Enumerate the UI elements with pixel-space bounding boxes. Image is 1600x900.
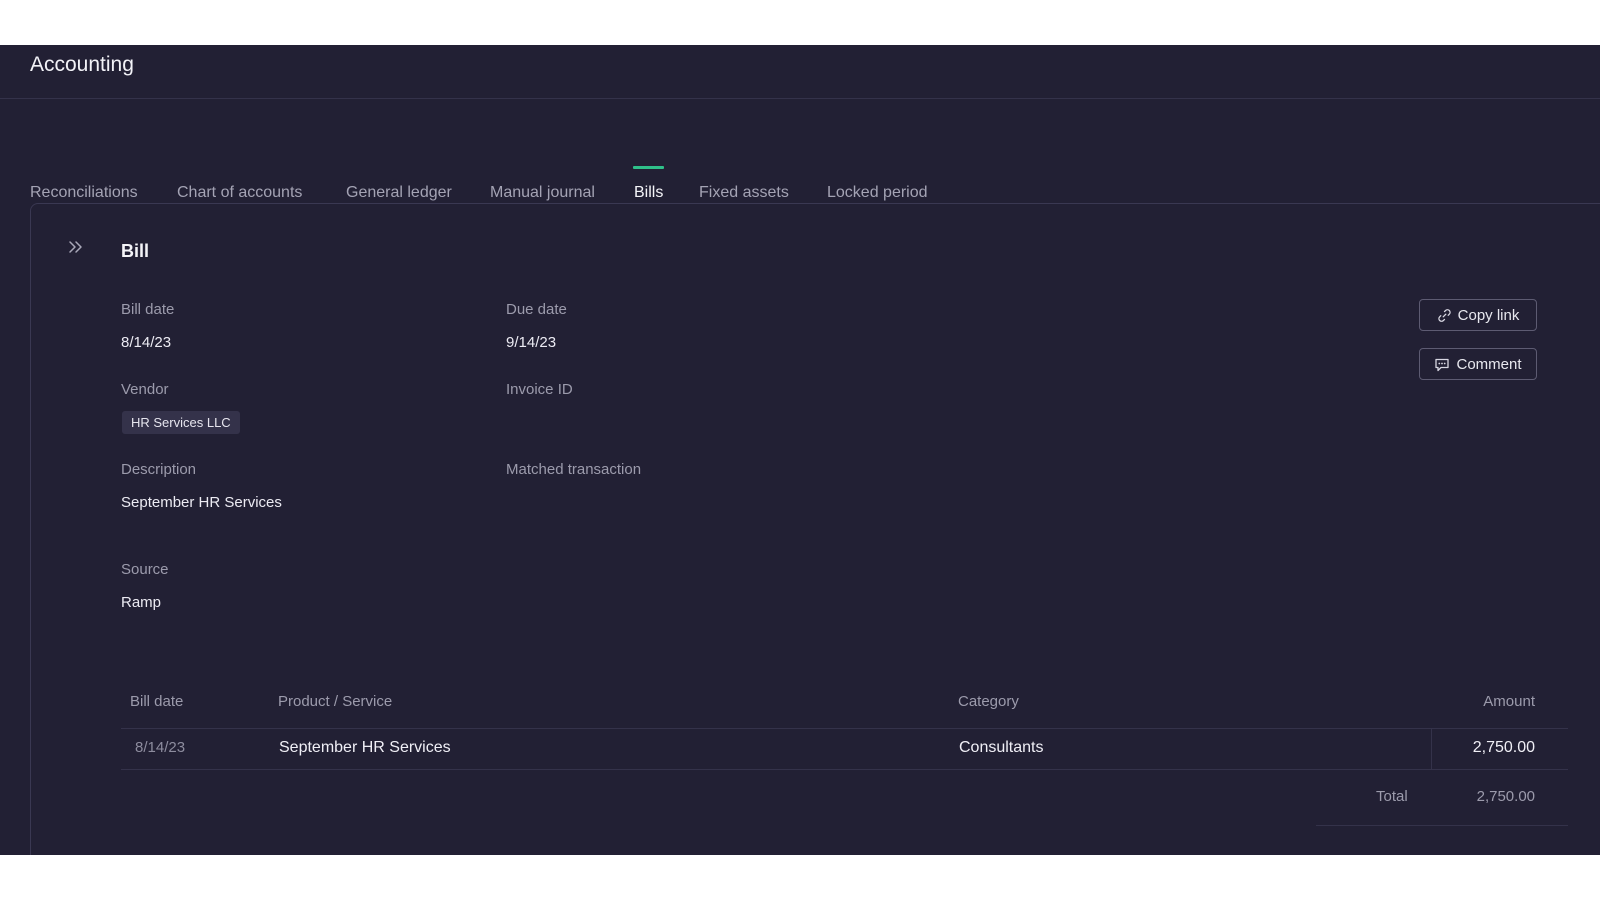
column-header-amount[interactable]: Amount <box>1483 693 1535 710</box>
comment-button[interactable]: Comment <box>1419 348 1537 380</box>
amount-cell-divider <box>1431 729 1432 769</box>
bill-detail-panel: Bill Bill date 8/14/23 Due date 9/14/23 … <box>30 203 1600 855</box>
tab-fixed-assets[interactable]: Fixed assets <box>699 184 789 204</box>
due-date-label: Due date <box>506 301 567 318</box>
row-divider <box>121 769 1568 770</box>
source-label: Source <box>121 561 169 578</box>
total-label: Total <box>1376 788 1408 805</box>
vendor-tag[interactable]: HR Services LLC <box>122 411 240 434</box>
tab-manual-journal[interactable]: Manual journal <box>490 184 595 204</box>
tab-locked-period[interactable]: Locked period <box>827 184 928 204</box>
vendor-label: Vendor <box>121 381 169 398</box>
comment-label: Comment <box>1456 355 1522 373</box>
link-icon <box>1437 308 1452 323</box>
double-chevron-right-icon <box>68 240 84 259</box>
invoice-id-label: Invoice ID <box>506 381 573 398</box>
source-value: Ramp <box>121 594 162 611</box>
tab-chart-of-accounts[interactable]: Chart of accounts <box>177 184 302 204</box>
row-amount[interactable]: 2,750.00 <box>1473 739 1535 757</box>
total-divider <box>1316 825 1568 826</box>
column-header-bill-date[interactable]: Bill date <box>130 693 183 710</box>
row-category[interactable]: Consultants <box>959 739 1044 757</box>
page-title: Accounting <box>30 53 134 76</box>
column-header-category[interactable]: Category <box>958 693 1019 710</box>
total-value: 2,750.00 <box>1476 788 1535 805</box>
tab-reconciliations[interactable]: Reconciliations <box>30 184 138 204</box>
row-product[interactable]: September HR Services <box>279 739 451 757</box>
accounting-app: Accounting Reconciliations Chart of acco… <box>0 45 1600 855</box>
column-header-product[interactable]: Product / Service <box>278 693 392 710</box>
comment-icon <box>1434 357 1450 372</box>
row-bill-date: 8/14/23 <box>135 739 186 756</box>
description-value: September HR Services <box>121 494 282 511</box>
active-tab-indicator <box>633 166 664 169</box>
bill-title: Bill <box>121 241 150 261</box>
bill-date-value: 8/14/23 <box>121 334 172 351</box>
description-label: Description <box>121 461 197 478</box>
tab-bills[interactable]: Bills <box>634 184 663 204</box>
tab-general-ledger[interactable]: General ledger <box>346 184 452 204</box>
bill-date-label: Bill date <box>121 301 175 318</box>
copy-link-button[interactable]: Copy link <box>1419 299 1537 331</box>
page-header: Accounting <box>0 45 1600 99</box>
due-date-value: 9/14/23 <box>506 334 557 351</box>
collapse-panel-button[interactable] <box>67 240 85 258</box>
copy-link-label: Copy link <box>1457 306 1520 324</box>
header-divider <box>121 728 1568 729</box>
matched-transaction-label: Matched transaction <box>506 461 642 478</box>
